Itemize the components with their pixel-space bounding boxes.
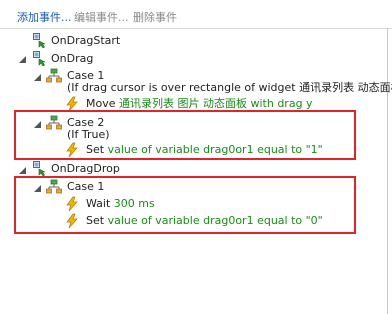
action-move[interactable]: Move 通讯录列表 图片 动态面板 with drag y	[86, 97, 313, 111]
case-icon	[46, 115, 62, 131]
event-icon	[32, 50, 48, 66]
collapse-triangle-icon[interactable]	[18, 166, 27, 175]
collapse-triangle-icon[interactable]	[33, 184, 42, 193]
collapse-triangle-icon[interactable]	[33, 120, 42, 129]
action-detail: 通讯录列表 图片 动态面板 with drag y	[119, 97, 313, 110]
event-icon	[32, 160, 48, 176]
case-label[interactable]: Case 1	[67, 180, 104, 194]
add-event-link[interactable]: 添加事件...	[17, 11, 72, 24]
action-set[interactable]: Set value of variable drag0or1 equal to …	[86, 214, 323, 228]
action-verb: Wait	[86, 197, 111, 210]
lightning-icon	[64, 196, 80, 212]
action-verb: Move	[86, 97, 116, 110]
event-label-ondragdrop[interactable]: OnDragDrop	[51, 162, 120, 176]
action-detail: value of variable drag0or1 equal to "1"	[107, 143, 323, 156]
case-condition: (If True)	[67, 128, 110, 141]
case-icon	[46, 179, 62, 195]
event-label-ondrag[interactable]: OnDrag	[51, 52, 93, 66]
collapse-triangle-icon[interactable]	[18, 55, 27, 64]
event-label-ondragstart[interactable]: OnDragStart	[51, 34, 120, 48]
event-icon	[32, 32, 48, 48]
action-detail: value of variable drag0or1 equal to "0"	[107, 214, 323, 227]
action-wait[interactable]: Wait 300 ms	[86, 197, 155, 211]
action-detail: 300 ms	[113, 197, 155, 210]
lightning-icon	[64, 213, 80, 229]
action-set[interactable]: Set value of variable drag0or1 equal to …	[86, 143, 323, 157]
case-icon	[46, 68, 62, 84]
panel-divider	[387, 28, 388, 314]
case-condition: (If drag cursor is over rectangle of wid…	[67, 81, 392, 94]
collapse-triangle-icon[interactable]	[33, 73, 42, 82]
event-toolbar: 添加事件... 编辑事件... 删除事件	[0, 0, 392, 29]
action-verb: Set	[86, 143, 105, 156]
edit-event-link[interactable]: 编辑事件...	[74, 11, 129, 24]
lightning-icon	[64, 142, 80, 158]
action-verb: Set	[86, 214, 105, 227]
delete-event-link[interactable]: 删除事件	[133, 11, 177, 24]
